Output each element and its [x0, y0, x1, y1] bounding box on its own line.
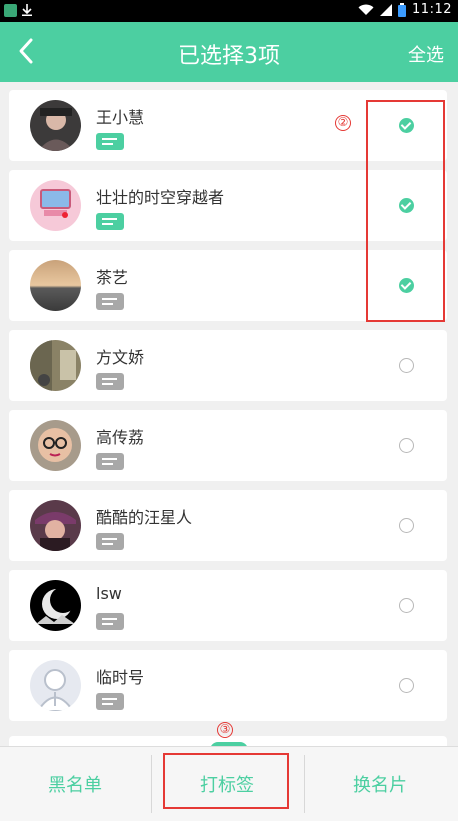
message-icon[interactable]	[96, 613, 124, 630]
selection-checkbox[interactable]	[399, 598, 414, 613]
contact-name: 高传荔	[96, 428, 145, 447]
message-icon[interactable]	[96, 453, 124, 470]
app-notification-icon	[4, 3, 17, 17]
download-icon	[21, 3, 33, 17]
header-bar: 已选择3项 全选	[0, 22, 458, 82]
message-icon[interactable]	[96, 213, 124, 230]
swap-card-button[interactable]: 换名片	[305, 747, 455, 821]
selection-checkbox[interactable]	[399, 358, 414, 373]
avatar	[30, 660, 81, 711]
contact-row[interactable]: 方文娇	[9, 330, 447, 401]
contact-name: lsw	[96, 584, 122, 603]
annotation-marker-2: ②	[335, 115, 351, 131]
contact-name: 方文娇	[96, 348, 145, 367]
contact-row[interactable]: 高传荔	[9, 410, 447, 481]
avatar	[30, 340, 81, 391]
avatar	[30, 180, 81, 231]
message-icon[interactable]	[96, 693, 124, 710]
battery-icon	[398, 2, 407, 17]
contact-row[interactable]: 临时号	[9, 650, 447, 721]
wifi-icon	[358, 4, 374, 15]
message-icon[interactable]	[96, 533, 124, 550]
page-title: 已选择3项	[178, 44, 280, 69]
contact-name: 酷酷的汪星人	[96, 508, 193, 527]
selection-checkbox[interactable]	[399, 518, 414, 533]
signal-icon	[380, 3, 393, 16]
annotation-box-tag	[163, 753, 289, 809]
contact-name: 茶艺	[96, 268, 129, 287]
select-all-button[interactable]: 全选	[408, 41, 444, 67]
avatar	[30, 260, 81, 311]
annotation-marker-3: ③	[217, 722, 233, 738]
avatar	[30, 100, 81, 151]
status-bar: 11:12	[0, 0, 458, 22]
status-time: 11:12	[412, 2, 452, 17]
avatar	[30, 500, 81, 551]
message-icon[interactable]	[96, 133, 124, 150]
contact-name: 壮壮的时空穿越者	[96, 188, 225, 207]
contact-name: 王小慧	[96, 108, 145, 127]
avatar	[30, 420, 81, 471]
blacklist-button[interactable]: 黑名单	[0, 747, 150, 821]
avatar	[30, 580, 81, 631]
message-icon[interactable]	[96, 373, 124, 390]
selection-checkbox[interactable]	[399, 678, 414, 693]
contact-row[interactable]: lsw	[9, 570, 447, 641]
annotation-box-checkboxes	[366, 100, 445, 322]
contact-name: 临时号	[96, 668, 145, 687]
selection-checkbox[interactable]	[399, 438, 414, 453]
message-icon[interactable]	[96, 293, 124, 310]
contact-row[interactable]: 酷酷的汪星人	[9, 490, 447, 561]
